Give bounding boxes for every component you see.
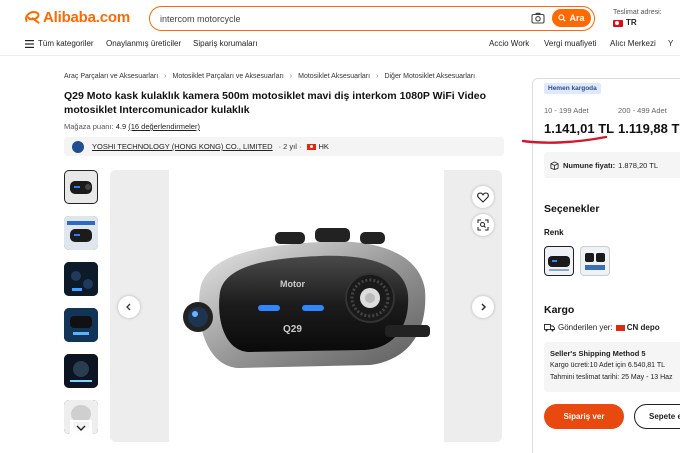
- ships-from: Gönderilen yer: CN depo: [544, 323, 660, 332]
- chevron-right-icon: ›: [289, 73, 293, 80]
- hong-kong-flag-icon: [306, 143, 316, 150]
- all-categories-menu[interactable]: Tüm kategoriler: [25, 39, 94, 48]
- sample-icon: [550, 160, 559, 170]
- main-product-image[interactable]: Motor Q29: [110, 170, 502, 442]
- ships-from-value: CN depo: [626, 323, 660, 332]
- thumbnail[interactable]: [64, 308, 98, 342]
- add-to-cart-button[interactable]: Sepete ekle: [634, 404, 680, 429]
- all-categories-label: Tüm kategoriler: [38, 39, 94, 48]
- thumbnail-strip: [64, 170, 100, 446]
- sample-price-value: 1.878,20 TL: [618, 160, 658, 170]
- chevron-left-icon: [126, 303, 131, 311]
- chevron-right-icon: ›: [376, 73, 379, 80]
- supplier-country: HK: [318, 142, 329, 151]
- supplier-years: · 2 yıl ·: [278, 142, 302, 151]
- search-input[interactable]: [160, 12, 520, 25]
- tier-price: 1.119,88 TL: [618, 121, 680, 136]
- options-title: Seçenekler: [544, 203, 600, 215]
- menu-icon: [25, 39, 34, 48]
- rating-label: Mağaza puanı:: [64, 122, 114, 131]
- shipping-title: Kargo: [544, 304, 575, 316]
- scan-icon: [477, 219, 489, 231]
- top-nav: Tüm kategoriler Onaylanmış üreticiler Si…: [0, 36, 680, 56]
- color-swatch-image: [548, 256, 570, 271]
- color-swatch[interactable]: [580, 246, 610, 276]
- estimated-delivery: Tahmini teslimat tarihi: 25 May - 13 Haz: [550, 374, 673, 381]
- place-order-button[interactable]: Sipariş ver: [544, 404, 624, 429]
- ready-to-ship-badge: Hemen kargoda: [544, 83, 601, 94]
- store-rating: Mağaza puanı: 4.9 (16 değerlendirmeler): [64, 122, 200, 131]
- nav-accio-work[interactable]: Accio Work: [489, 39, 529, 48]
- header: Alibaba.com Ara Teslimat adresi: TR: [0, 0, 680, 36]
- shipping-fee: Kargo ücreti:10 Adet için 6.540,81 TL: [550, 362, 666, 369]
- search-button-label: Ara: [569, 13, 585, 23]
- next-image-button[interactable]: [472, 296, 494, 318]
- color-label: Renk: [544, 228, 564, 237]
- ships-from-label: Gönderilen yer:: [558, 323, 613, 332]
- ship-to-country: TR: [626, 18, 637, 27]
- supplier-bar: YOSHI TECHNOLOGY (HONG KONG) CO., LIMITE…: [64, 137, 504, 156]
- alibaba-logo[interactable]: Alibaba.com: [24, 9, 130, 26]
- thumbnail[interactable]: [64, 170, 98, 204]
- thumbnail-image: [64, 354, 98, 388]
- tier-quantity: 10 - 199 Adet: [544, 106, 589, 115]
- supplier-name[interactable]: YOSHI TECHNOLOGY (HONG KONG) CO., LIMITE…: [92, 142, 273, 151]
- intercom-device-image: Motor Q29: [183, 228, 430, 368]
- thumbnail-image: [64, 216, 98, 250]
- sample-price-box: Numune fiyatı: 1.878,20 TL: [544, 152, 680, 178]
- thumbnail[interactable]: [64, 216, 98, 250]
- product-title: Q29 Moto kask kulaklık kamera 500m motos…: [64, 90, 487, 116]
- shipping-method-name: Seller's Shipping Method 5: [550, 349, 646, 358]
- thumbnail-image: [64, 262, 98, 296]
- breadcrumb-item[interactable]: Araç Parçaları ve Aksesuarları: [64, 73, 158, 80]
- china-flag-icon: [615, 324, 625, 331]
- logo-text: Alibaba.com: [43, 9, 130, 26]
- supplier-logo: [72, 140, 84, 153]
- breadcrumb: Araç Parçaları ve Aksesuarları › Motosik…: [64, 73, 475, 80]
- ship-to-selector[interactable]: Teslimat adresi: TR: [613, 8, 662, 28]
- previous-image-button[interactable]: [118, 296, 140, 318]
- ship-to-label: Teslimat adresi:: [613, 9, 662, 16]
- heart-icon: [477, 191, 489, 203]
- nav-verified-manufacturers[interactable]: Onaylanmış üreticiler: [106, 39, 181, 48]
- chevron-right-icon: [481, 303, 487, 311]
- chevron-down-icon: [76, 425, 86, 431]
- sample-price-label: Numune fiyatı:: [563, 160, 616, 170]
- thumbnail[interactable]: [64, 354, 98, 388]
- tier-quantity: 200 - 499 Adet: [618, 106, 667, 115]
- nav-tax-exemption[interactable]: Vergi muafiyeti: [544, 39, 596, 48]
- alibaba-logo-icon: [24, 11, 40, 24]
- nav-more[interactable]: Y: [668, 39, 673, 48]
- shipping-method-box[interactable]: Seller's Shipping Method 5 Kargo ücreti:…: [544, 342, 680, 392]
- device-model-text: Q29: [283, 324, 302, 335]
- chevron-right-icon: ›: [164, 73, 167, 80]
- breadcrumb-item[interactable]: Motosiklet Parçaları ve Aksesuarları: [173, 73, 284, 80]
- device-brand-text: Motor: [280, 279, 305, 289]
- thumbnail[interactable]: [64, 262, 98, 296]
- image-search-button[interactable]: [472, 214, 494, 236]
- search-bar: Ara: [149, 6, 595, 31]
- thumbnails-down-button[interactable]: [70, 420, 92, 438]
- breadcrumb-item[interactable]: Diğer Motosiklet Aksesuarları: [384, 73, 475, 80]
- thumbnail-image: [64, 308, 98, 342]
- search-button[interactable]: Ara: [552, 9, 591, 27]
- turkey-flag-icon: [613, 19, 623, 27]
- nav-buyer-center[interactable]: Alıcı Merkezi: [610, 39, 656, 48]
- color-swatch[interactable]: [544, 246, 574, 276]
- rating-value: 4.9: [115, 122, 127, 131]
- color-swatch-image: [585, 253, 605, 270]
- favorite-button[interactable]: [472, 186, 494, 208]
- truck-icon: [544, 323, 555, 331]
- nav-order-protection[interactable]: Sipariş korumaları: [193, 39, 257, 48]
- device-thumbnail-image: [70, 181, 92, 194]
- breadcrumb-item[interactable]: Motosiklet Aksesuarları: [298, 73, 370, 80]
- red-underline-annotation: [521, 135, 608, 144]
- reviews-link[interactable]: (16 değerlendirmeler): [128, 122, 200, 131]
- camera-search-icon[interactable]: [531, 12, 545, 24]
- search-icon: [558, 14, 567, 22]
